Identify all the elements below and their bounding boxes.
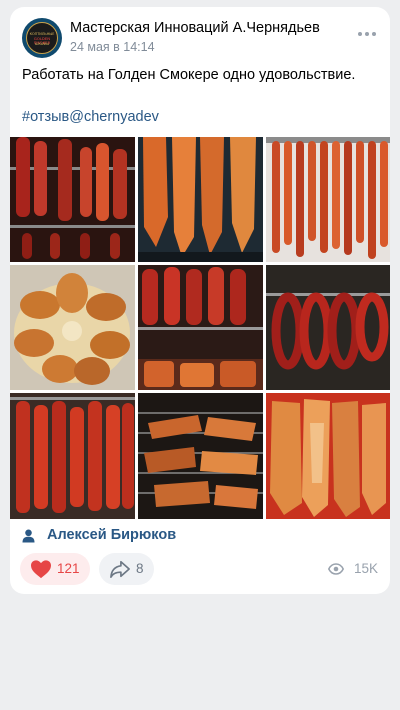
post-text: Работать на Голден Смокере одно удовольс…	[22, 67, 356, 83]
photo-hanging-salami[interactable]	[10, 393, 135, 519]
photo-sausage-rings[interactable]	[266, 265, 390, 390]
heart-icon	[31, 560, 51, 579]
like-count: 121	[57, 561, 80, 576]
photo-sausages-on-rack[interactable]	[10, 137, 135, 262]
views-count: 15K	[354, 561, 379, 576]
post-date[interactable]: 24 мая в 14:14	[70, 40, 155, 54]
photo-smoked-chicken-legs[interactable]	[10, 265, 135, 390]
avatar-line-3: ШКАФЫ	[34, 42, 50, 46]
user-icon	[22, 529, 35, 543]
signer-name[interactable]: Алексей Бирюков	[47, 527, 176, 543]
photo-gallery	[10, 137, 390, 519]
photo-sausages-in-smoker[interactable]	[138, 265, 263, 390]
avatar-logo: КОПТИЛЬНЫЕ GOLDEN SMOKER ШКАФЫ	[26, 22, 58, 54]
photo-hanging-sausage-sticks[interactable]	[266, 137, 390, 262]
hashtag-link[interactable]: #отзыв@chernyadev	[22, 109, 159, 125]
post-card: КОПТИЛЬНЫЕ GOLDEN SMOKER ШКАФЫ Мастерска…	[10, 7, 390, 594]
more-icon[interactable]	[358, 32, 376, 38]
share-button[interactable]: 8	[99, 553, 154, 585]
author-name[interactable]: Мастерская Инноваций А.Чернядьев	[70, 20, 320, 36]
share-icon	[110, 560, 130, 578]
community-avatar[interactable]: КОПТИЛЬНЫЕ GOLDEN SMOKER ШКАФЫ	[22, 18, 62, 58]
photo-smoked-fish-fillets[interactable]	[138, 137, 263, 262]
post-actions: 121 8 15K	[20, 553, 380, 587]
views-counter: 15K	[328, 561, 380, 579]
like-button[interactable]: 121	[20, 553, 90, 585]
share-count: 8	[136, 561, 144, 576]
eye-icon	[328, 563, 344, 575]
photo-smoked-fish-halves[interactable]	[266, 393, 390, 519]
post-header: КОПТИЛЬНЫЕ GOLDEN SMOKER ШКАФЫ Мастерска…	[22, 17, 378, 61]
photo-smoked-meat-on-grill[interactable]	[138, 393, 263, 519]
